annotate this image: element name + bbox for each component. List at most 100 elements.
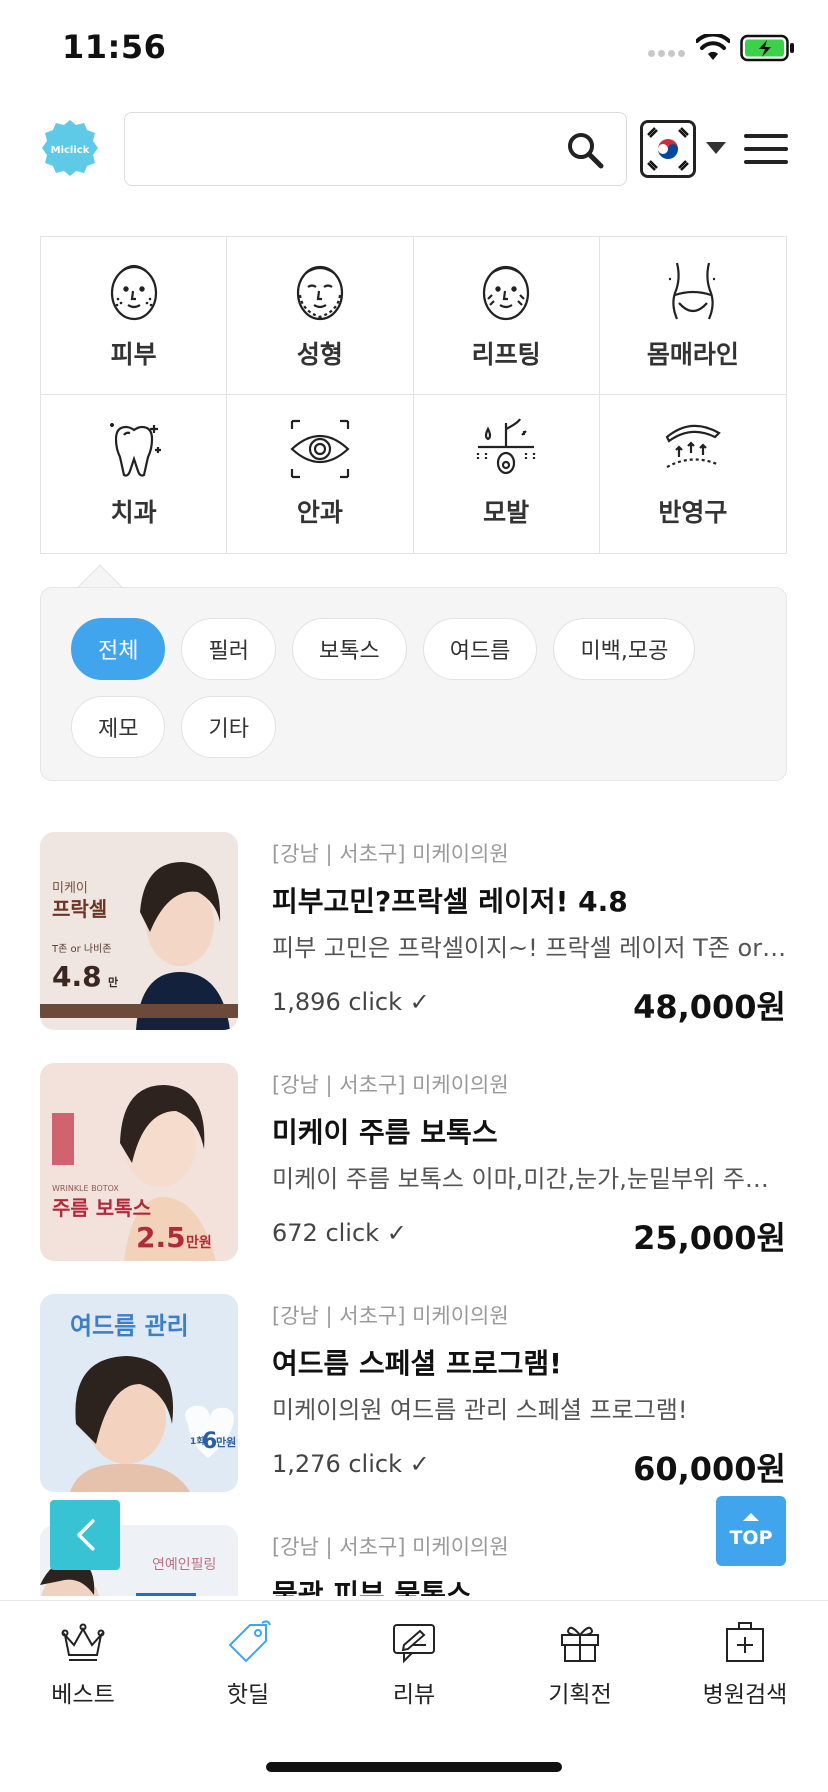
scroll-top-label: TOP <box>729 1527 773 1549</box>
deal-click-count: 1,896 click ✓ <box>272 988 430 1016</box>
arrow-up-icon <box>743 1513 759 1521</box>
chip-filler[interactable]: 필러 <box>181 618 276 680</box>
deal-item[interactable]: WRINKLE BOTOX 주름 보톡스 2.5 만원 [강남 | 서초구] 미… <box>40 1063 790 1263</box>
eyebrow-icon <box>665 424 721 468</box>
deal-location: [강남 | 서초구] 미케이의원 <box>272 1535 509 1559</box>
category-label: 모발 <box>483 498 530 527</box>
deal-item[interactable]: 여드름 관리 1회 6 만원 [강남 | 서초구] 미케이의원 여드름 스페셜 … <box>40 1294 790 1494</box>
category-hair[interactable]: 모발 <box>414 395 600 553</box>
back-button[interactable] <box>50 1500 120 1570</box>
deal-location: [강남 | 서초구] 미케이의원 <box>272 1304 509 1328</box>
category-semi-permanent[interactable]: 반영구 <box>600 395 786 553</box>
deal-location: [강남 | 서초구] 미케이의원 <box>272 1073 509 1097</box>
app-header: Miclick <box>0 110 828 190</box>
hospital-icon <box>726 1622 764 1662</box>
category-eye[interactable]: 안과 <box>227 395 414 553</box>
subcategory-panel: 전체 필러 보톡스 여드름 미백,모공 제모 기타 <box>40 587 787 781</box>
category-label: 성형 <box>296 340 343 369</box>
deal-click-count: 1,276 click ✓ <box>272 1450 430 1478</box>
deal-thumbnail[interactable]: 여드름 관리 1회 6 만원 <box>40 1294 238 1492</box>
search-input[interactable] <box>141 127 561 171</box>
category-grid: 피부 성형 리프팅 몸매라인 치과 안과 모발 반영구 <box>40 236 787 554</box>
deal-thumbnail[interactable]: WRINKLE BOTOX 주름 보톡스 2.5 만원 <box>40 1063 238 1261</box>
category-label: 치과 <box>110 498 157 527</box>
status-time: 11:56 <box>62 28 167 66</box>
deal-click-count: 672 click ✓ <box>272 1219 407 1247</box>
deal-list: 미케이 프락셀 T존 or 나비존 4.8 만 [강남 | 서초구] 미케이의원… <box>0 828 828 1596</box>
category-label: 몸매라인 <box>646 340 739 369</box>
search-field[interactable] <box>124 112 627 186</box>
wifi-icon <box>696 34 730 60</box>
thumb-text: 여드름 관리 <box>70 1312 189 1340</box>
category-label: 안과 <box>296 498 343 527</box>
skin-face-icon <box>110 264 157 321</box>
hair-follicle-icon <box>477 418 536 475</box>
nav-review[interactable]: 리뷰 <box>331 1619 497 1709</box>
nav-hospital-search[interactable]: 병원검색 <box>662 1619 828 1709</box>
chip-hair-removal[interactable]: 제모 <box>71 696 166 758</box>
language-flag-button[interactable] <box>640 120 696 178</box>
chevron-down-icon[interactable] <box>706 142 726 154</box>
thumb-text: 프락셀 <box>52 897 107 921</box>
signal-dots-icon <box>648 50 685 57</box>
chip-whitening-pores[interactable]: 미백,모공 <box>553 618 696 680</box>
review-icon <box>393 1624 435 1664</box>
hamburger-menu-icon[interactable] <box>744 134 788 166</box>
thumb-text: 연예인필링 <box>152 1557 216 1573</box>
thumb-price: 2.5 <box>136 1221 186 1254</box>
lifting-face-icon <box>483 265 530 321</box>
deal-price: 60,000원 <box>633 1450 786 1488</box>
crown-icon <box>61 1623 105 1661</box>
nav-label: 베스트 <box>51 1682 115 1708</box>
category-skin[interactable]: 피부 <box>41 237 228 395</box>
category-label: 피부 <box>110 340 157 369</box>
deal-thumbnail[interactable]: 미케이 프락셀 T존 or 나비존 4.8 만 <box>40 832 238 1030</box>
category-body-line[interactable]: 몸매라인 <box>599 237 786 395</box>
subcategory-chips: 전체 필러 보톡스 여드름 미백,모공 제모 기타 <box>71 618 771 758</box>
thumb-text: 미케이 <box>52 881 88 896</box>
thumb-text: T존 or 나비존 <box>51 943 112 955</box>
chip-acne[interactable]: 여드름 <box>422 618 538 680</box>
chip-botox[interactable]: 보톡스 <box>291 618 407 680</box>
tag-icon <box>228 1620 271 1663</box>
tooth-icon <box>109 423 161 477</box>
deal-title[interactable]: 여드름 스페셜 프로그램! <box>272 1342 562 1382</box>
nav-hotdeal[interactable]: 핫딜 <box>165 1619 331 1709</box>
chip-etc[interactable]: 기타 <box>181 696 276 758</box>
gift-icon <box>561 1626 599 1662</box>
deal-description: 피부 고민은 프락셀이지~! 프락셀 레이저 T존 or 나비존 부위 <box>272 934 790 962</box>
nav-best[interactable]: 베스트 <box>0 1619 166 1709</box>
battery-charging-icon <box>740 34 794 62</box>
scroll-top-button[interactable]: TOP <box>716 1496 786 1566</box>
deal-description: 미케이의원 여드름 관리 스페셜 프로그램! <box>272 1396 688 1424</box>
eye-icon <box>290 419 350 479</box>
category-plastic-surgery[interactable]: 성형 <box>227 237 414 395</box>
miclick-logo[interactable]: Miclick <box>40 118 100 178</box>
nav-label: 핫딜 <box>226 1682 270 1708</box>
nav-label: 리뷰 <box>392 1682 436 1708</box>
deal-price: 48,000원 <box>633 988 786 1026</box>
thumb-text: 만원 <box>216 1435 236 1449</box>
deal-title[interactable]: 피부고민?프락셀 레이저! 4.8 <box>272 880 628 920</box>
deal-item[interactable]: 미케이 프락셀 T존 or 나비존 4.8 만 [강남 | 서초구] 미케이의원… <box>40 832 790 1032</box>
nav-label: 병원검색 <box>702 1682 788 1708</box>
category-label: 반영구 <box>658 498 728 527</box>
chip-all[interactable]: 전체 <box>71 618 166 680</box>
category-lifting[interactable]: 리프팅 <box>413 237 600 395</box>
deal-item[interactable]: 연예인필링 [강남 | 서초구] 미케이의원 물광 피부 물톡스 <box>40 1525 790 1596</box>
korea-flag-icon <box>643 123 693 175</box>
deal-title[interactable]: 물광 피부 물톡스 <box>272 1573 472 1596</box>
chevron-left-icon <box>77 1519 95 1551</box>
thumb-text: 만 <box>108 975 118 989</box>
search-icon[interactable] <box>566 131 604 169</box>
deal-title[interactable]: 미케이 주름 보톡스 <box>272 1111 498 1151</box>
deal-location: [강남 | 서초구] 미케이의원 <box>272 842 509 866</box>
thumb-text: WRINKLE BOTOX <box>52 1184 119 1193</box>
thumb-text: 만원 <box>186 1235 212 1251</box>
plastic-surgery-face-icon <box>296 265 343 321</box>
nav-exhibition[interactable]: 기획전 <box>497 1619 663 1709</box>
thumb-price: 4.8 <box>52 960 102 993</box>
category-dental[interactable]: 치과 <box>41 395 228 553</box>
nav-label: 기획전 <box>548 1682 612 1708</box>
thumb-text: 주름 보톡스 <box>52 1196 151 1220</box>
